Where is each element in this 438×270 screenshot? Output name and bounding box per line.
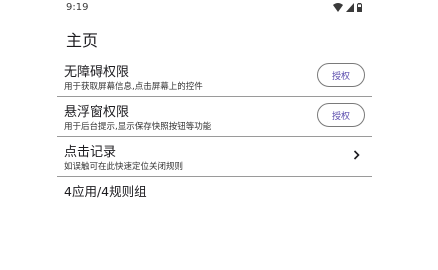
- status-bar: 9:19: [0, 0, 438, 18]
- row-title: 悬浮窗权限: [64, 105, 130, 120]
- page-title: 主页: [66, 31, 99, 50]
- row-title: 无障碍权限: [64, 65, 130, 80]
- row-title: 点击记录: [64, 145, 117, 160]
- click-log-row[interactable]: 点击记录 如误触可在此快速定位关闭规则: [57, 137, 372, 177]
- settings-list: 无障碍权限 用于获取屏幕信息,点击屏幕上的控件 授权 悬浮窗权限 用于后台提示,…: [57, 57, 372, 177]
- grant-overlay-button[interactable]: 授权: [317, 103, 365, 127]
- row-subtitle: 用于获取屏幕信息,点击屏幕上的控件: [64, 82, 203, 92]
- wifi-icon: [333, 3, 343, 12]
- row-subtitle: 如误触可在此快速定位关闭规则: [64, 162, 184, 172]
- status-icons: [333, 3, 362, 12]
- row-subtitle: 用于后台提示,显示保存快照按钮等功能: [64, 122, 212, 132]
- chevron-right-icon: [353, 150, 360, 160]
- signal-icon: [346, 3, 354, 12]
- status-time: 9:19: [66, 2, 89, 13]
- overlay-permission-row: 悬浮窗权限 用于后台提示,显示保存快照按钮等功能 授权: [57, 97, 372, 137]
- battery-icon: [357, 3, 362, 12]
- grant-accessibility-button[interactable]: 授权: [317, 63, 365, 87]
- accessibility-permission-row: 无障碍权限 用于获取屏幕信息,点击屏幕上的控件 授权: [57, 57, 372, 97]
- rules-summary: 4应用/4规则组: [64, 184, 147, 199]
